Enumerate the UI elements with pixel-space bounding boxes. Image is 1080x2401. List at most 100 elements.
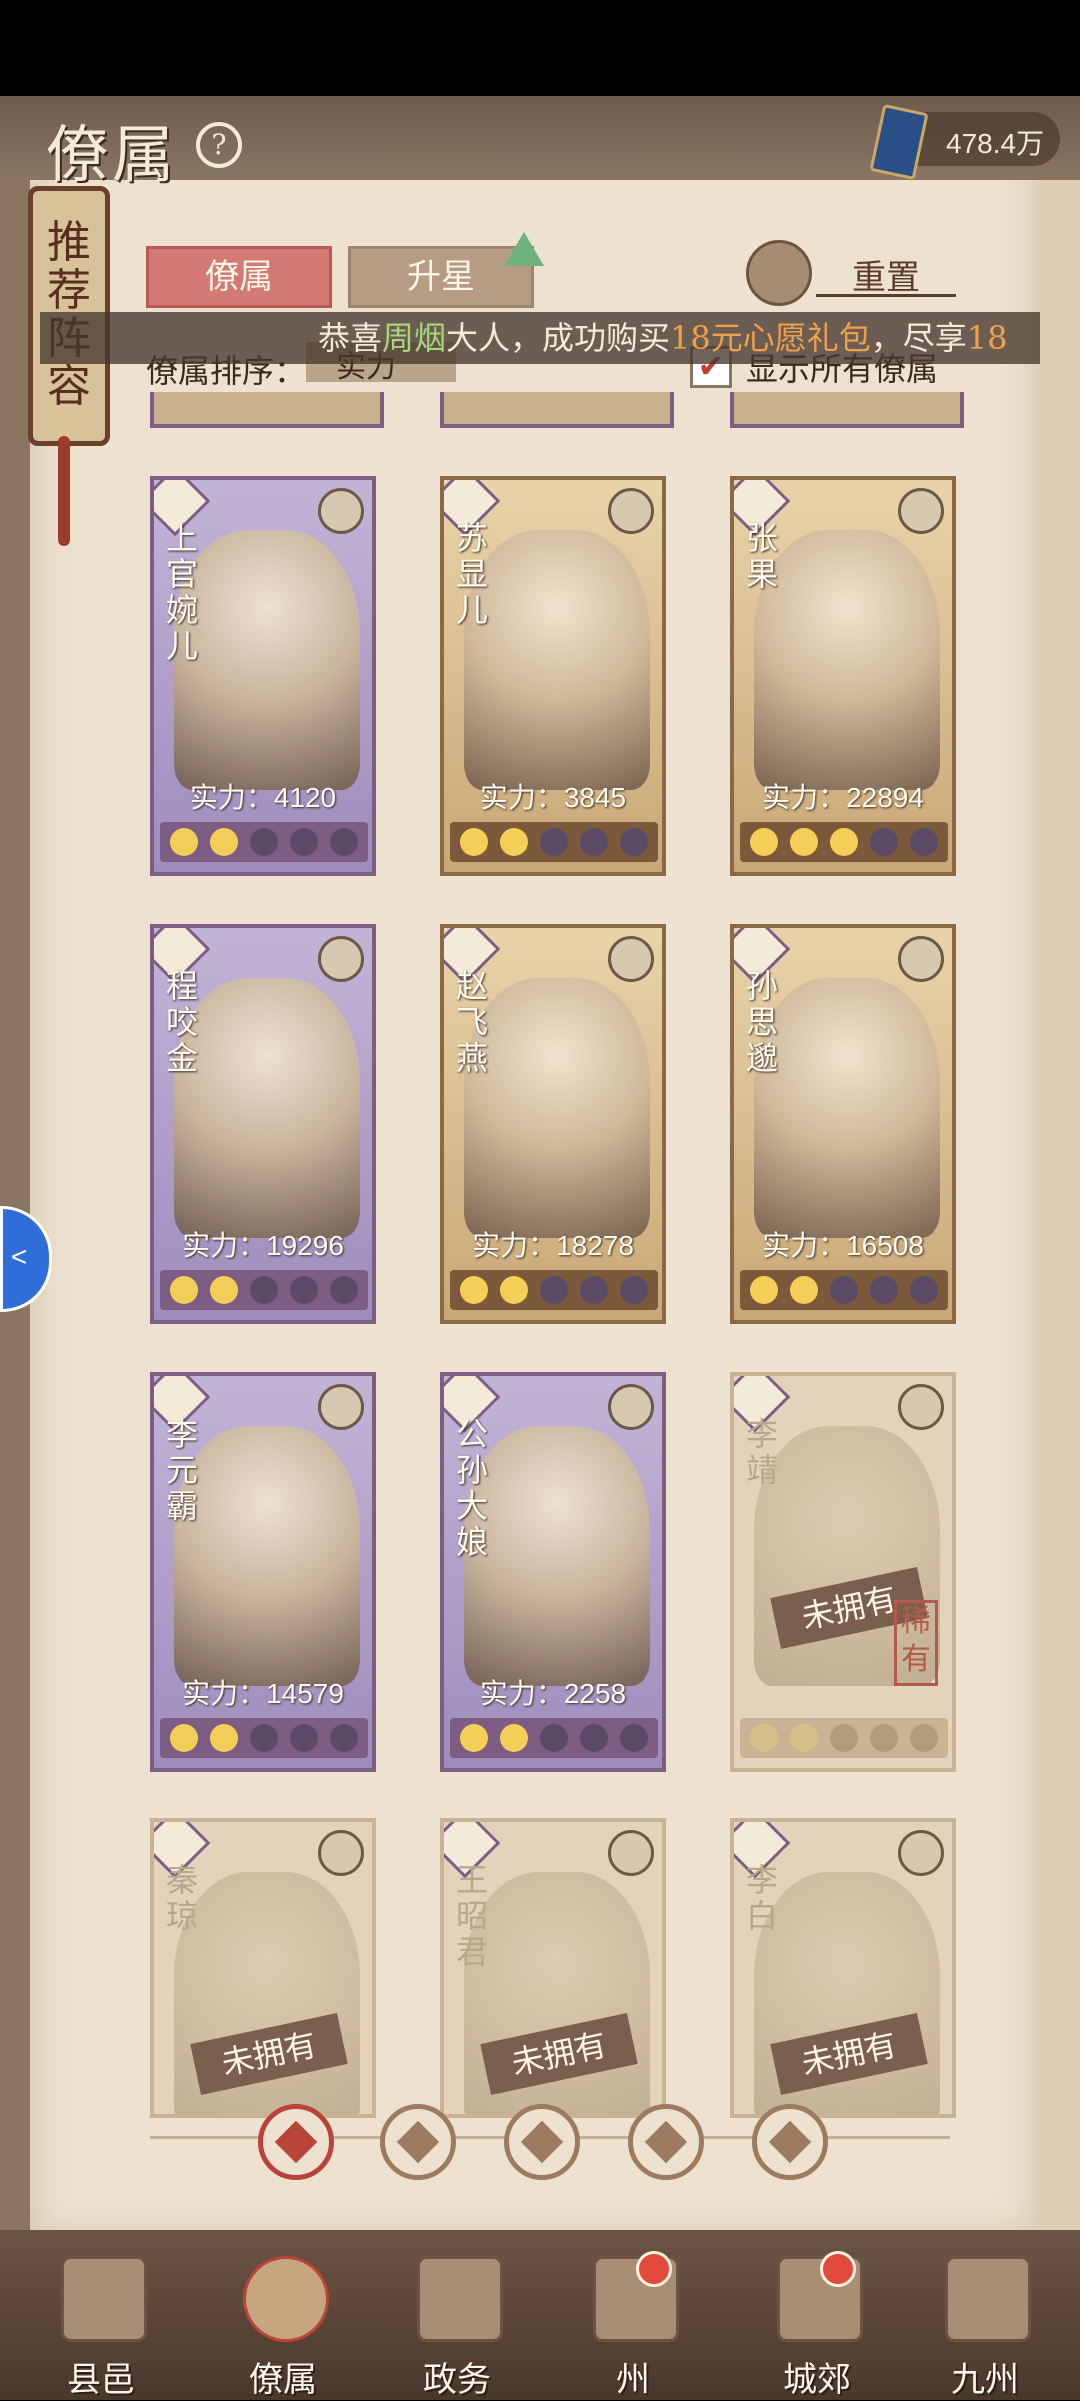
filter-merchant-button[interactable]: [504, 2104, 580, 2180]
moon-star-icon: [790, 828, 818, 856]
moon-star-icon: [500, 1276, 528, 1304]
nav-state[interactable]: 州: [568, 2251, 698, 2400]
empty-star-icon: [540, 1276, 568, 1304]
empty-star-icon: [290, 1276, 318, 1304]
empty-star-icon: [910, 1724, 938, 1752]
suburb-house-icon: [777, 2251, 863, 2342]
nav-label: 僚属: [249, 2360, 317, 2400]
empty-star-icon: [580, 1724, 608, 1752]
character-card[interactable]: 张果 实力：22894: [730, 476, 956, 876]
empty-star-icon: [250, 1724, 278, 1752]
character-name: 程咬金: [165, 967, 198, 1077]
diamond-icon: [274, 2120, 318, 2164]
character-card[interactable]: 程咬金 实力：19296: [150, 924, 376, 1324]
marquee-prefix: 恭喜: [318, 319, 383, 357]
star-rating: [160, 1718, 368, 1758]
attribute-icon: [318, 936, 364, 982]
empty-star-icon: [910, 828, 938, 856]
empty-star-icon: [580, 828, 608, 856]
nav-label: 县邑: [67, 2360, 135, 2400]
moon-star-icon: [750, 1724, 778, 1752]
nav-nine-provinces[interactable]: 九州: [920, 2256, 1050, 2400]
moon-star-icon: [790, 1724, 818, 1752]
card-stub: [730, 392, 964, 428]
marquee-item: 18元心愿礼包: [670, 319, 871, 357]
empty-star-icon: [830, 1724, 858, 1752]
moon-star-icon: [750, 828, 778, 856]
nav-suburb[interactable]: 城郊: [752, 2251, 882, 2400]
tab-subordinates[interactable]: 僚属: [146, 246, 332, 308]
star-rating: [740, 822, 948, 862]
tassel-decoration: [58, 436, 70, 546]
empty-star-icon: [290, 1724, 318, 1752]
gourd-icon: [520, 2120, 564, 2164]
nav-affairs[interactable]: 政务: [392, 2256, 522, 2400]
attribute-icon: [898, 488, 944, 534]
page-title: 僚属: [46, 118, 179, 191]
character-name: 孙思邈: [745, 967, 778, 1077]
character-name: 秦琼: [165, 1861, 198, 1935]
star-rating: [450, 1718, 658, 1758]
filter-artist-button[interactable]: [628, 2104, 704, 2180]
locked-character-card[interactable]: 秦琼 未拥有: [150, 1818, 376, 2118]
empty-star-icon: [620, 1276, 648, 1304]
empty-star-icon: [330, 1724, 358, 1752]
marquee-user: 周烟: [382, 319, 447, 357]
filter-official-button[interactable]: [380, 2104, 456, 2180]
moon-star-icon: [460, 828, 488, 856]
attribute-icon: [898, 936, 944, 982]
character-card[interactable]: 上官婉儿 实力：4120: [150, 476, 376, 876]
currency-display[interactable]: 478.4万: [869, 103, 1060, 181]
upgrade-arrow-icon: [504, 232, 544, 266]
empty-star-icon: [330, 1276, 358, 1304]
star-rating: [740, 1718, 948, 1758]
moon-star-icon: [500, 828, 528, 856]
locked-character-card[interactable]: 李靖 未拥有 稀有: [730, 1372, 956, 1772]
moon-star-icon: [790, 1276, 818, 1304]
star-rating: [450, 1270, 658, 1310]
moon-star-icon: [500, 1724, 528, 1752]
reset-icon[interactable]: [746, 240, 812, 306]
mountain-pavilion-icon: [593, 2251, 679, 2342]
character-card[interactable]: 苏显儿实力：3845: [440, 476, 666, 876]
empty-star-icon: [870, 1276, 898, 1304]
empty-star-icon: [250, 1276, 278, 1304]
moon-star-icon: [210, 1276, 238, 1304]
filter-general-button[interactable]: [752, 2104, 828, 2180]
nav-label: 九州: [951, 2360, 1019, 2400]
empty-star-icon: [290, 828, 318, 856]
character-name: 赵飞燕: [455, 967, 488, 1077]
currency-value: 478.4万: [946, 128, 1045, 159]
moon-star-icon: [830, 828, 858, 856]
character-card[interactable]: 孙思邈 实力：16508: [730, 924, 956, 1324]
locked-character-card[interactable]: 王昭君 未拥有: [440, 1818, 666, 2118]
power-value: 实力：22894: [762, 782, 924, 813]
power-value: 实力：18278: [472, 1230, 634, 1261]
moon-star-icon: [210, 1724, 238, 1752]
marquee-suffix: ，尽享: [870, 319, 967, 357]
moon-star-icon: [170, 1724, 198, 1752]
marquee-mid: 大人，成功购买: [446, 319, 671, 357]
empty-star-icon: [620, 1724, 648, 1752]
power-value: 实力：3845: [479, 782, 627, 813]
nav-subordinates[interactable]: 僚属: [218, 2256, 348, 2400]
filter-all-button[interactable]: [258, 2104, 334, 2180]
marquee-tail: 18: [966, 319, 1008, 357]
character-name: 苏显儿: [455, 519, 488, 629]
attribute-icon: [318, 488, 364, 534]
nav-county[interactable]: 县邑: [36, 2256, 166, 2400]
status-bar: [0, 0, 1080, 96]
empty-star-icon: [870, 828, 898, 856]
character-card[interactable]: 公孙大娘 实力：2258: [440, 1372, 666, 1772]
power-value: 实力：14579: [182, 1678, 344, 1709]
help-icon[interactable]: ?: [196, 122, 242, 168]
locked-character-card[interactable]: 李白 未拥有: [730, 1818, 956, 2118]
reset-button[interactable]: 重置: [816, 250, 956, 298]
moon-star-icon: [170, 1276, 198, 1304]
empty-star-icon: [540, 1724, 568, 1752]
empty-star-icon: [910, 1276, 938, 1304]
attribute-icon: [608, 1830, 654, 1876]
character-card[interactable]: 赵飞燕实力：18278: [440, 924, 666, 1324]
character-card[interactable]: 李元霸 实力：14579: [150, 1372, 376, 1772]
empty-star-icon: [830, 1276, 858, 1304]
